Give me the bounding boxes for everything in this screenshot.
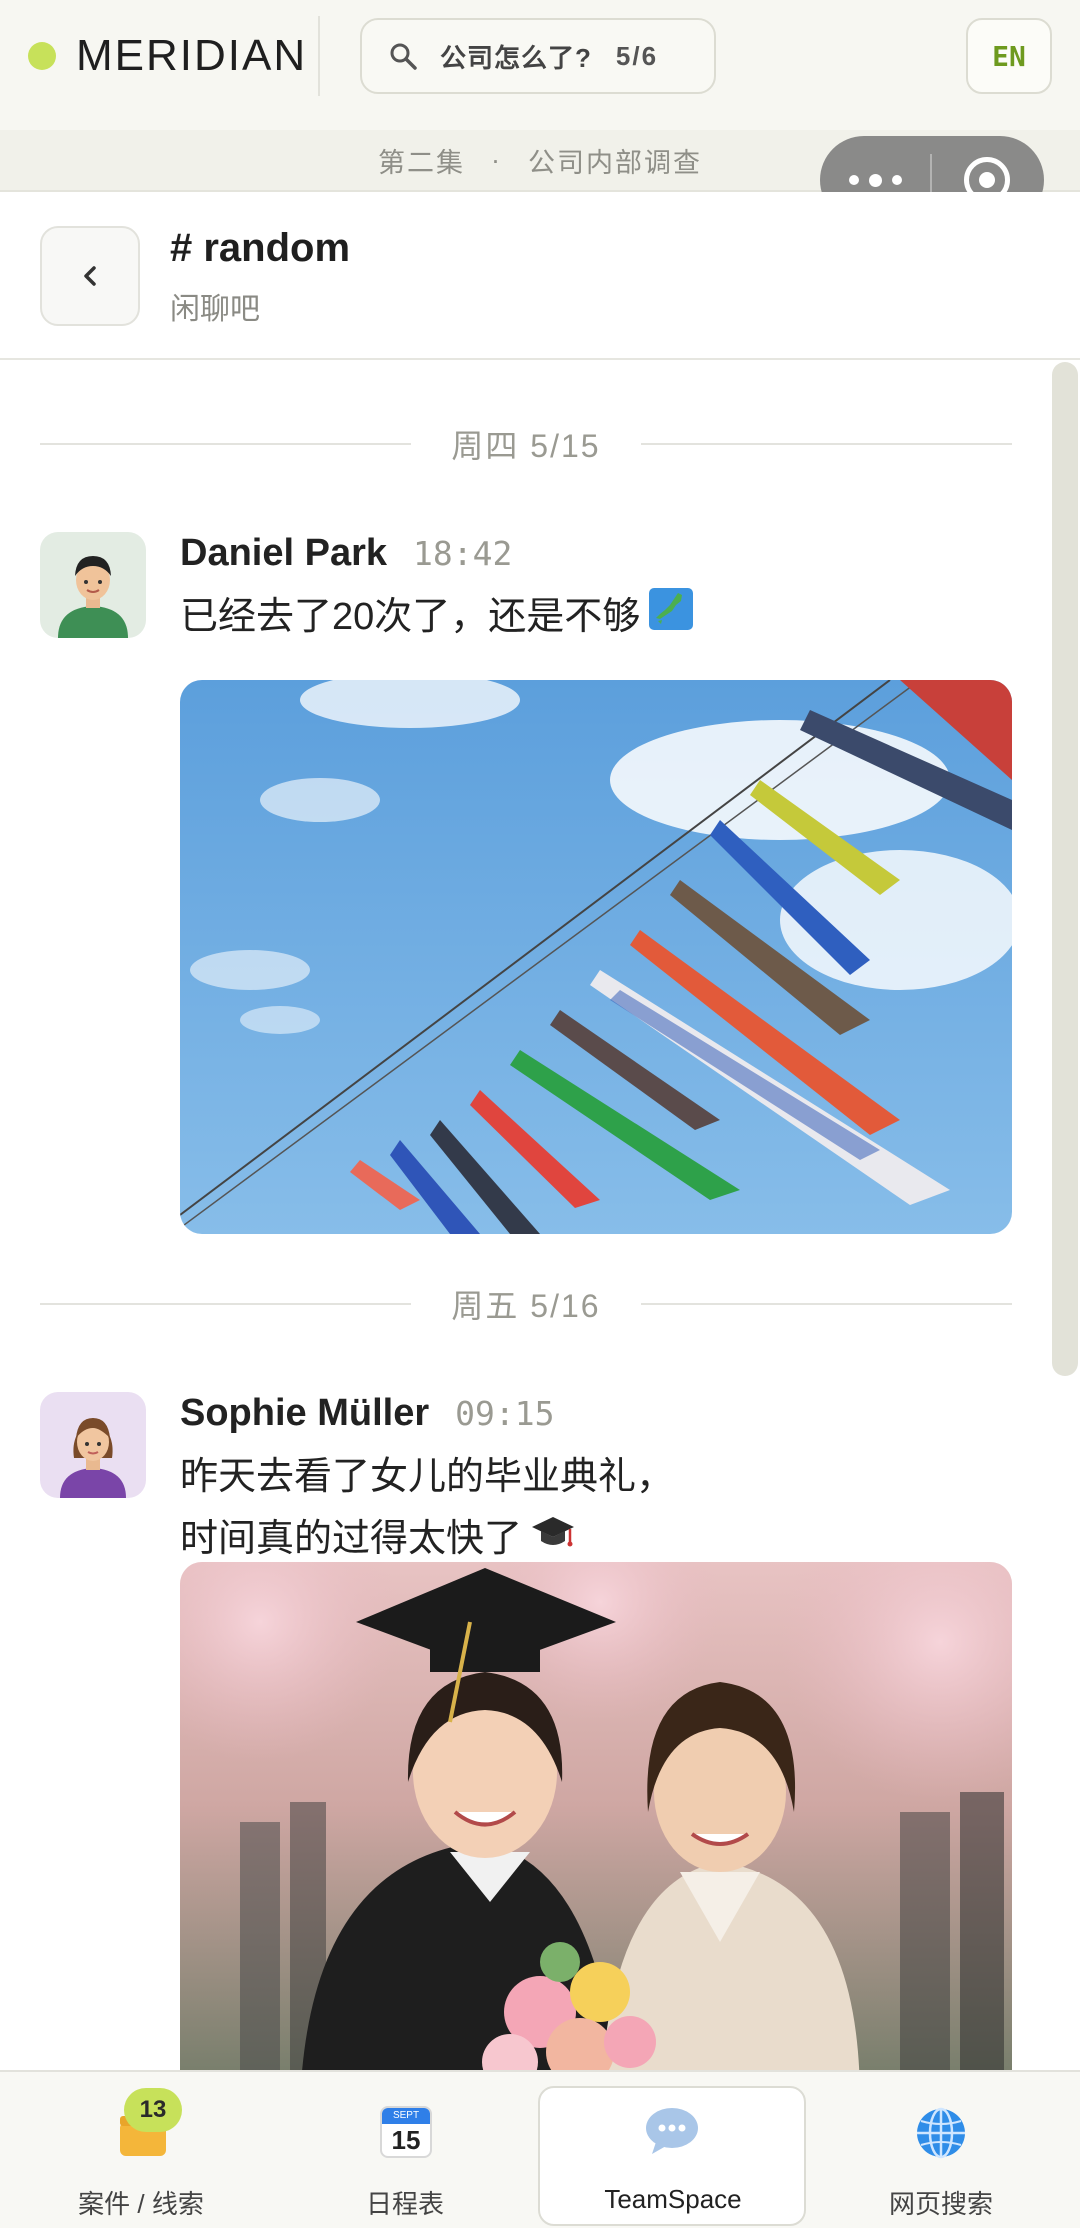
message-author[interactable]: Daniel Park xyxy=(180,532,387,575)
tab-cases-clues[interactable]: 13 案件 / 线索 xyxy=(6,2072,276,2228)
search-icon xyxy=(390,43,417,70)
channel-header: # random 闲聊吧 xyxy=(0,192,1080,360)
tab-label: TeamSpace xyxy=(604,2184,742,2214)
top-header: MERIDIAN 公司怎么了? 5/6 EN xyxy=(0,0,1080,130)
message-time: 09:15 xyxy=(455,1394,555,1433)
search-box[interactable]: 公司怎么了? 5/6 xyxy=(360,18,716,94)
notification-badge: 13 xyxy=(124,2088,182,2132)
message-list[interactable]: 周四 5/15 Daniel Park 18:42 已经去了20次了，还是不够 xyxy=(0,362,1080,2070)
day-separator: 周五 5/16 xyxy=(40,1282,1012,1326)
chat-bubble-icon xyxy=(646,2108,698,2154)
chevron-left-icon xyxy=(84,266,96,286)
message-author[interactable]: Sophie Müller xyxy=(180,1392,429,1435)
search-query: 公司怎么了? xyxy=(440,42,592,73)
message-time: 18:42 xyxy=(413,534,513,573)
avatar-sophie-muller[interactable] xyxy=(40,1392,146,1498)
back-button[interactable] xyxy=(40,226,140,326)
koinobori-photo[interactable] xyxy=(180,680,1012,1234)
globe-icon xyxy=(917,2107,965,2159)
brand: MERIDIAN xyxy=(28,28,307,84)
calendar-icon: SEPT 15 xyxy=(380,2106,432,2158)
status-dot xyxy=(28,42,56,70)
header-divider xyxy=(318,16,320,96)
tab-teamspace[interactable]: TeamSpace xyxy=(538,2072,808,2228)
episode-number: 第二集 xyxy=(378,147,465,178)
japan-map-icon xyxy=(648,587,694,650)
message-text: 昨天去看了女儿的毕业典礼， 时间真的过得太快了 xyxy=(180,1446,1012,1572)
search-progress: 5/6 xyxy=(615,40,659,71)
tab-label: 日程表 xyxy=(365,2189,444,2219)
language-toggle-button[interactable]: EN xyxy=(966,18,1052,94)
message-item: Daniel Park 18:42 已经去了20次了，还是不够 xyxy=(40,532,1012,1234)
tab-schedule[interactable]: SEPT 15 日程表 xyxy=(270,2072,540,2228)
scrollbar-thumb[interactable] xyxy=(1052,362,1078,1376)
avatar-daniel-park[interactable] xyxy=(40,532,146,638)
tab-web-search[interactable]: 网页搜索 xyxy=(806,2072,1076,2228)
day-separator: 周四 5/15 xyxy=(40,422,1012,466)
episode-separator: · xyxy=(491,144,502,175)
channel-description: 闲聊吧 xyxy=(170,293,260,326)
bottom-navigation: 13 案件 / 线索 SEPT 15 日程表 TeamSpace 网页搜索 xyxy=(0,2070,1080,2228)
message-item: Sophie Müller 09:15 昨天去看了女儿的毕业典礼， 时间真的过得… xyxy=(40,1392,1012,2070)
tab-label: 案件 / 线索 xyxy=(78,2189,204,2219)
brand-name: MERIDIAN xyxy=(76,31,308,80)
channel-name: # random xyxy=(170,226,351,270)
graduation-photo[interactable] xyxy=(180,1562,1012,2070)
episode-title: 公司内部调查 xyxy=(528,147,702,178)
tab-label: 网页搜索 xyxy=(888,2189,993,2219)
day-label: 周五 5/16 xyxy=(451,1288,601,1324)
day-label: 周四 5/15 xyxy=(451,428,601,464)
message-text: 已经去了20次了，还是不够 xyxy=(180,586,1012,650)
